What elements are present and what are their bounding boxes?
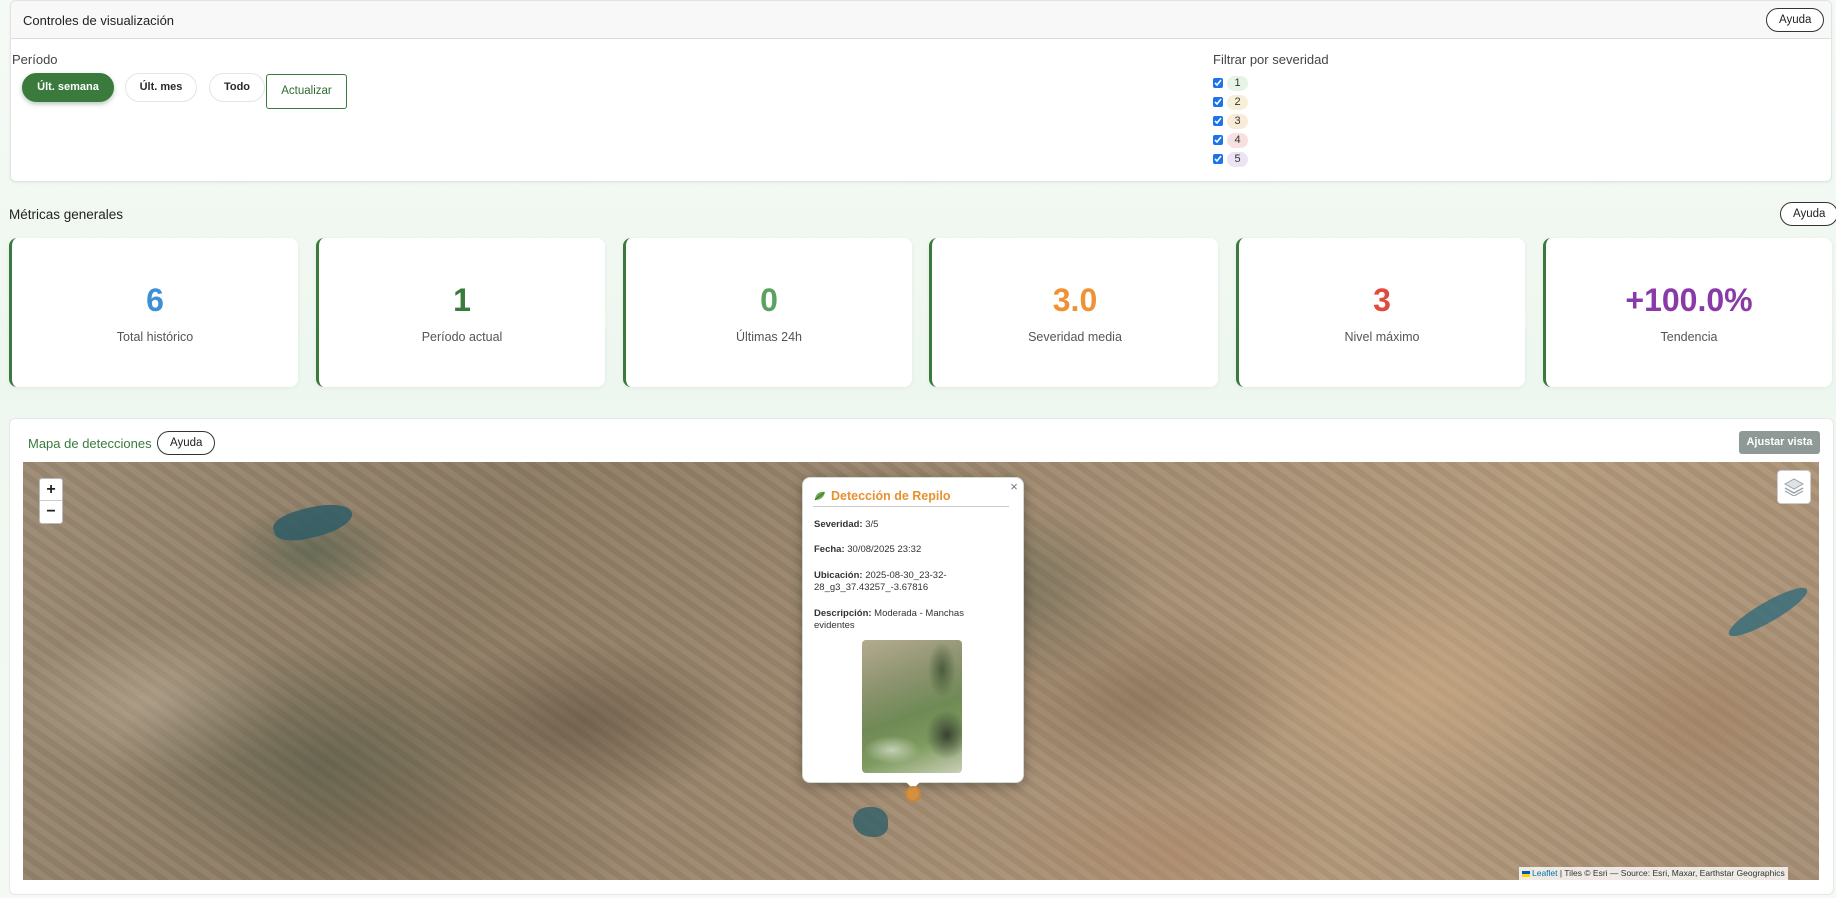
layers-icon	[1783, 478, 1805, 496]
severity-3-badge: 3	[1227, 113, 1248, 129]
popup-header: Detección de Repilo	[813, 485, 1009, 507]
severity-5-badge: 5	[1227, 151, 1248, 167]
map-reservoir	[853, 807, 888, 837]
popup-location: Ubicación: 2025-08-30_23-32-28_g3_37.432…	[814, 570, 947, 593]
metric-label: Total histórico	[116, 330, 194, 344]
severity-5-checkbox[interactable]	[1213, 154, 1223, 164]
period-month-button[interactable]: Últ. mes	[125, 73, 197, 102]
refresh-button[interactable]: Actualizar	[266, 74, 347, 109]
fit-view-button[interactable]: Ajustar vista	[1739, 431, 1820, 454]
metric-value: +100.0%	[1625, 282, 1753, 318]
popup-description: Descripción: Moderada - Manchas evidente…	[814, 608, 964, 631]
layers-control[interactable]	[1777, 470, 1811, 504]
severity-filter-1: 1	[1213, 75, 1248, 91]
metric-value: 3.0	[1052, 282, 1098, 318]
metric-label: Nivel máximo	[1344, 330, 1420, 344]
metric-label: Período actual	[421, 330, 503, 344]
severity-filter-label: Filtrar por severidad	[1213, 52, 1329, 67]
metric-card-last-24h: 0 Últimas 24h	[623, 238, 912, 387]
popup-date: Fecha: 30/08/2025 23:32	[814, 544, 922, 555]
controls-title: Controles de visualización	[23, 13, 175, 28]
leaf-icon	[814, 491, 825, 500]
severity-filter-5: 5	[1213, 151, 1248, 167]
metric-label: Últimas 24h	[736, 330, 802, 344]
controls-help-button[interactable]: Ayuda	[1766, 8, 1825, 32]
map-reservoir	[1724, 580, 1812, 644]
leaflet-flag-icon	[1522, 870, 1530, 877]
tiles-attribution: | Tiles © Esri — Source: Esri, Maxar, Ea…	[1557, 868, 1785, 878]
zoom-control: + −	[39, 478, 63, 524]
metric-label: Severidad media	[1028, 330, 1122, 344]
metric-card-period: 1 Período actual	[316, 238, 605, 387]
metric-value: 3	[1373, 282, 1391, 318]
severity-filter-2: 2	[1213, 94, 1248, 110]
metric-value: 1	[453, 282, 471, 318]
metric-value: 0	[760, 282, 778, 318]
metric-label: Tendencia	[1660, 330, 1718, 344]
severity-1-badge: 1	[1227, 75, 1248, 91]
map-title: Mapa de detecciones	[28, 436, 152, 451]
metric-card-total: 6 Total histórico	[9, 238, 298, 387]
controls-header: Controles de visualización	[11, 1, 1831, 39]
severity-1-checkbox[interactable]	[1213, 78, 1223, 88]
popup-close-button[interactable]: ×	[1008, 479, 1020, 494]
period-all-button[interactable]: Todo	[209, 73, 265, 102]
metrics-title: Métricas generales	[9, 207, 124, 222]
metric-card-max-level: 3 Nivel máximo	[1236, 238, 1525, 387]
zoom-in-button[interactable]: +	[40, 479, 62, 501]
leaflet-link[interactable]: Leaflet	[1532, 868, 1558, 878]
popup-title: Detección de Repilo	[831, 488, 951, 503]
metric-value: 6	[146, 282, 164, 318]
map-help-button[interactable]: Ayuda	[157, 431, 216, 455]
zoom-out-button[interactable]: −	[40, 501, 62, 523]
severity-2-badge: 2	[1227, 94, 1248, 110]
period-week-button[interactable]: Últ. semana	[22, 73, 114, 102]
metric-card-trend: +100.0% Tendencia	[1543, 238, 1832, 387]
severity-4-checkbox[interactable]	[1213, 135, 1223, 145]
map-attribution: Leaflet | Tiles © Esri — Source: Esri, M…	[1519, 867, 1788, 880]
detection-marker[interactable]	[905, 786, 921, 802]
severity-3-checkbox[interactable]	[1213, 116, 1223, 126]
severity-filter-3: 3	[1213, 113, 1248, 129]
metrics-help-button[interactable]: Ayuda	[1780, 202, 1836, 226]
map-reservoir	[270, 497, 356, 547]
detection-photo[interactable]	[862, 640, 962, 773]
severity-2-checkbox[interactable]	[1213, 97, 1223, 107]
period-label: Período	[12, 52, 58, 67]
severity-4-badge: 4	[1227, 132, 1248, 148]
popup-severity: Severidad: 3/5	[814, 519, 879, 530]
severity-filter-4: 4	[1213, 132, 1248, 148]
metric-card-avg-severity: 3.0 Severidad media	[929, 238, 1218, 387]
